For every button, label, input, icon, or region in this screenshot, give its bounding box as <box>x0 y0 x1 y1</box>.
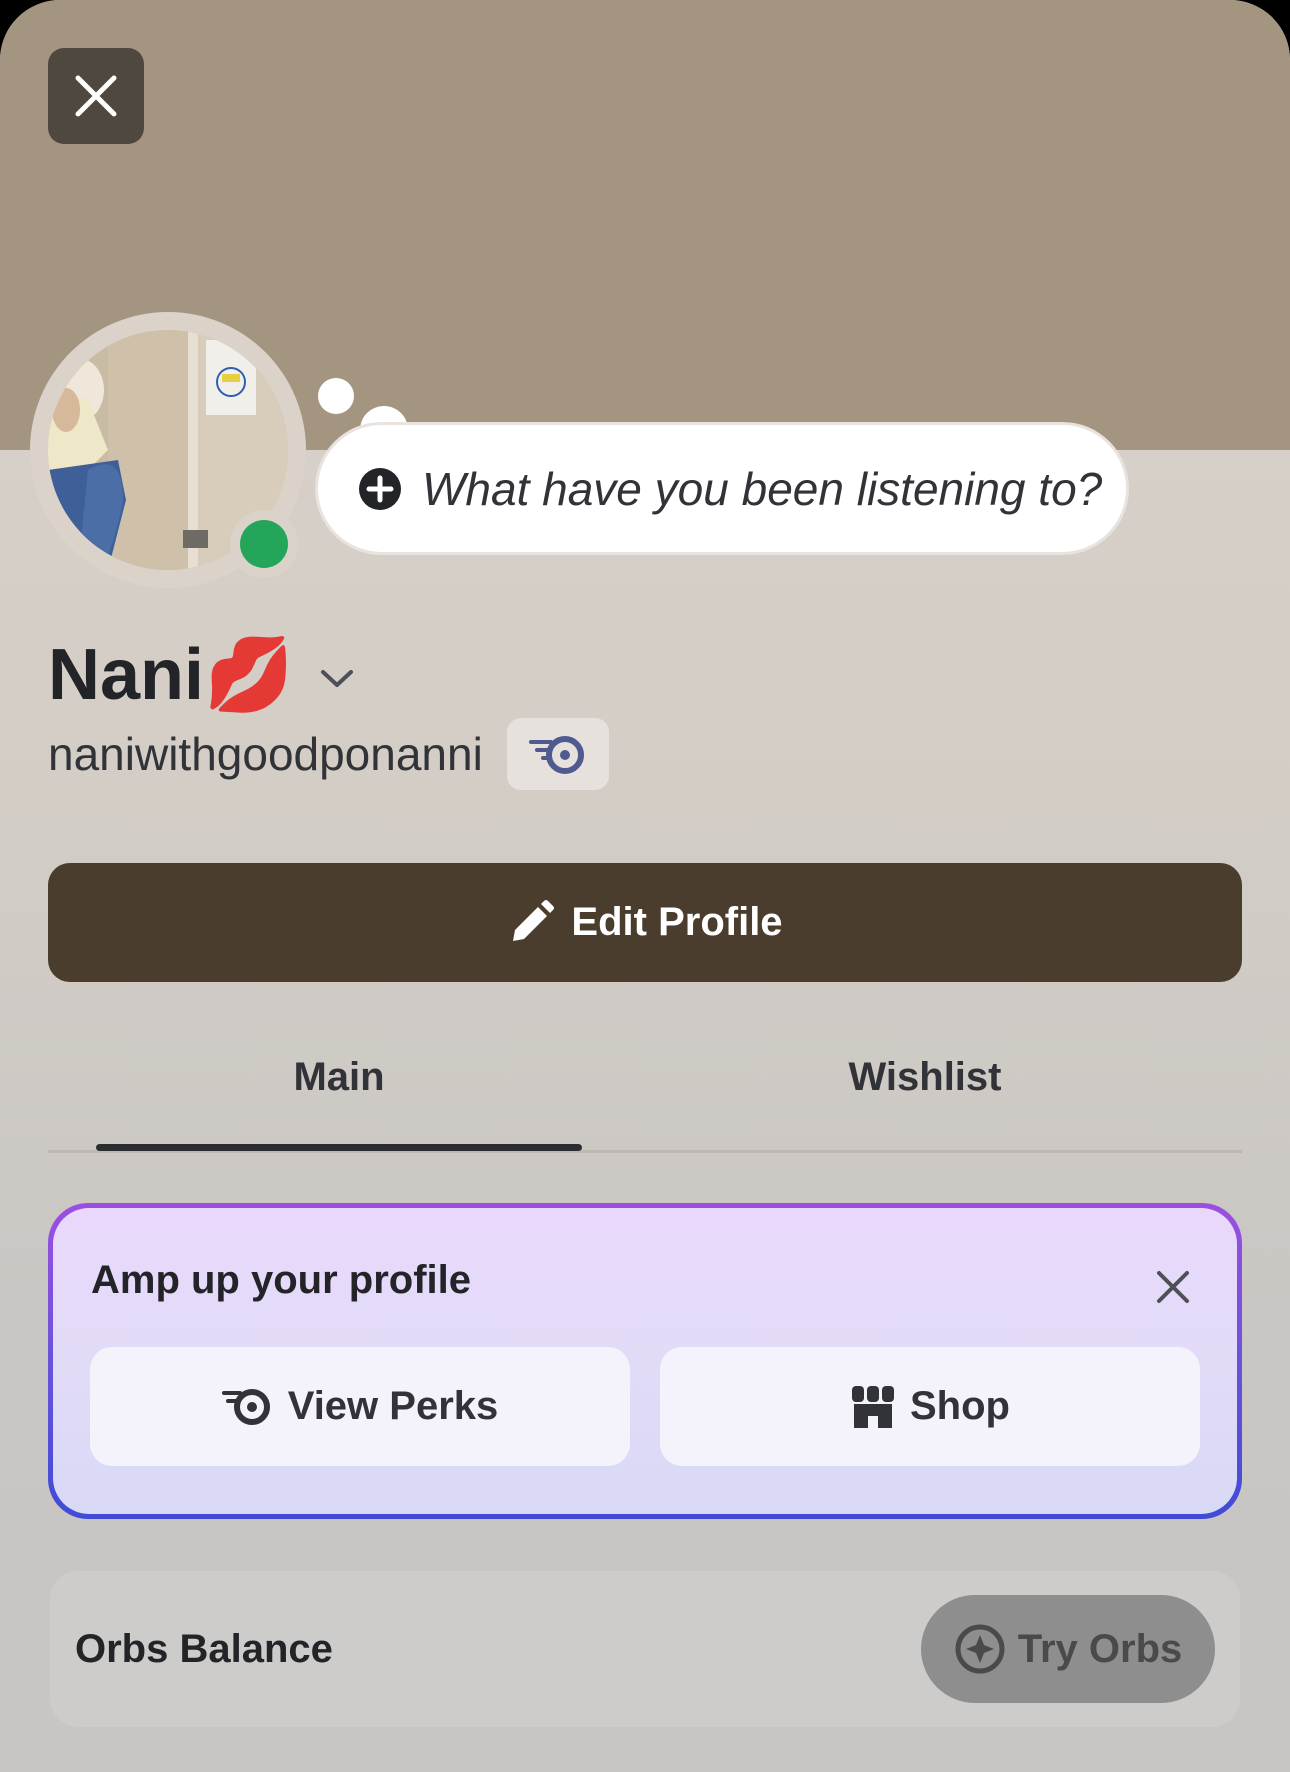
tab-wishlist[interactable]: Wishlist <box>682 1055 1168 1115</box>
nitro-icon <box>221 1388 270 1425</box>
status-placeholder: What have you been listening to? <box>422 462 1103 515</box>
shop-label: Shop <box>910 1384 1010 1428</box>
thought-bubble-dot <box>318 378 354 414</box>
orbs-balance-title: Orbs Balance <box>75 1627 333 1671</box>
nitro-icon <box>528 736 584 774</box>
display-name: Nani💋 <box>48 635 294 715</box>
view-perks-button[interactable]: View Perks <box>90 1347 630 1466</box>
active-tab-indicator <box>96 1144 582 1151</box>
shop-icon <box>852 1385 894 1428</box>
nitro-badge[interactable] <box>506 718 609 790</box>
custom-status-bubble[interactable]: What have you been listening to? <box>318 425 1126 552</box>
close-icon <box>75 75 117 117</box>
orb-icon <box>955 1624 1005 1674</box>
username: naniwithgoodponanni <box>48 728 483 780</box>
try-orbs-button[interactable]: Try Orbs <box>921 1595 1215 1703</box>
promo-dismiss-button[interactable] <box>1148 1262 1198 1312</box>
edit-profile-button[interactable]: Edit Profile <box>48 863 1242 982</box>
close-icon <box>1157 1271 1189 1303</box>
display-name-switcher[interactable]: Nani💋 <box>48 632 354 717</box>
shop-button[interactable]: Shop <box>660 1347 1200 1466</box>
edit-profile-label: Edit Profile <box>571 900 783 944</box>
online-status-indicator <box>240 520 288 568</box>
pencil-icon <box>513 899 555 941</box>
close-button[interactable] <box>48 48 144 144</box>
view-perks-label: View Perks <box>287 1384 499 1428</box>
promo-title: Amp up your profile <box>91 1258 471 1302</box>
tab-main[interactable]: Main <box>96 1055 582 1115</box>
profile-sheet: What have you been listening to? Nani💋 n… <box>0 0 1290 1772</box>
try-orbs-label: Try Orbs <box>1017 1626 1183 1671</box>
chevron-down-icon <box>320 669 353 687</box>
plus-circle-icon <box>359 467 401 510</box>
username-row: naniwithgoodponanni <box>48 718 609 790</box>
